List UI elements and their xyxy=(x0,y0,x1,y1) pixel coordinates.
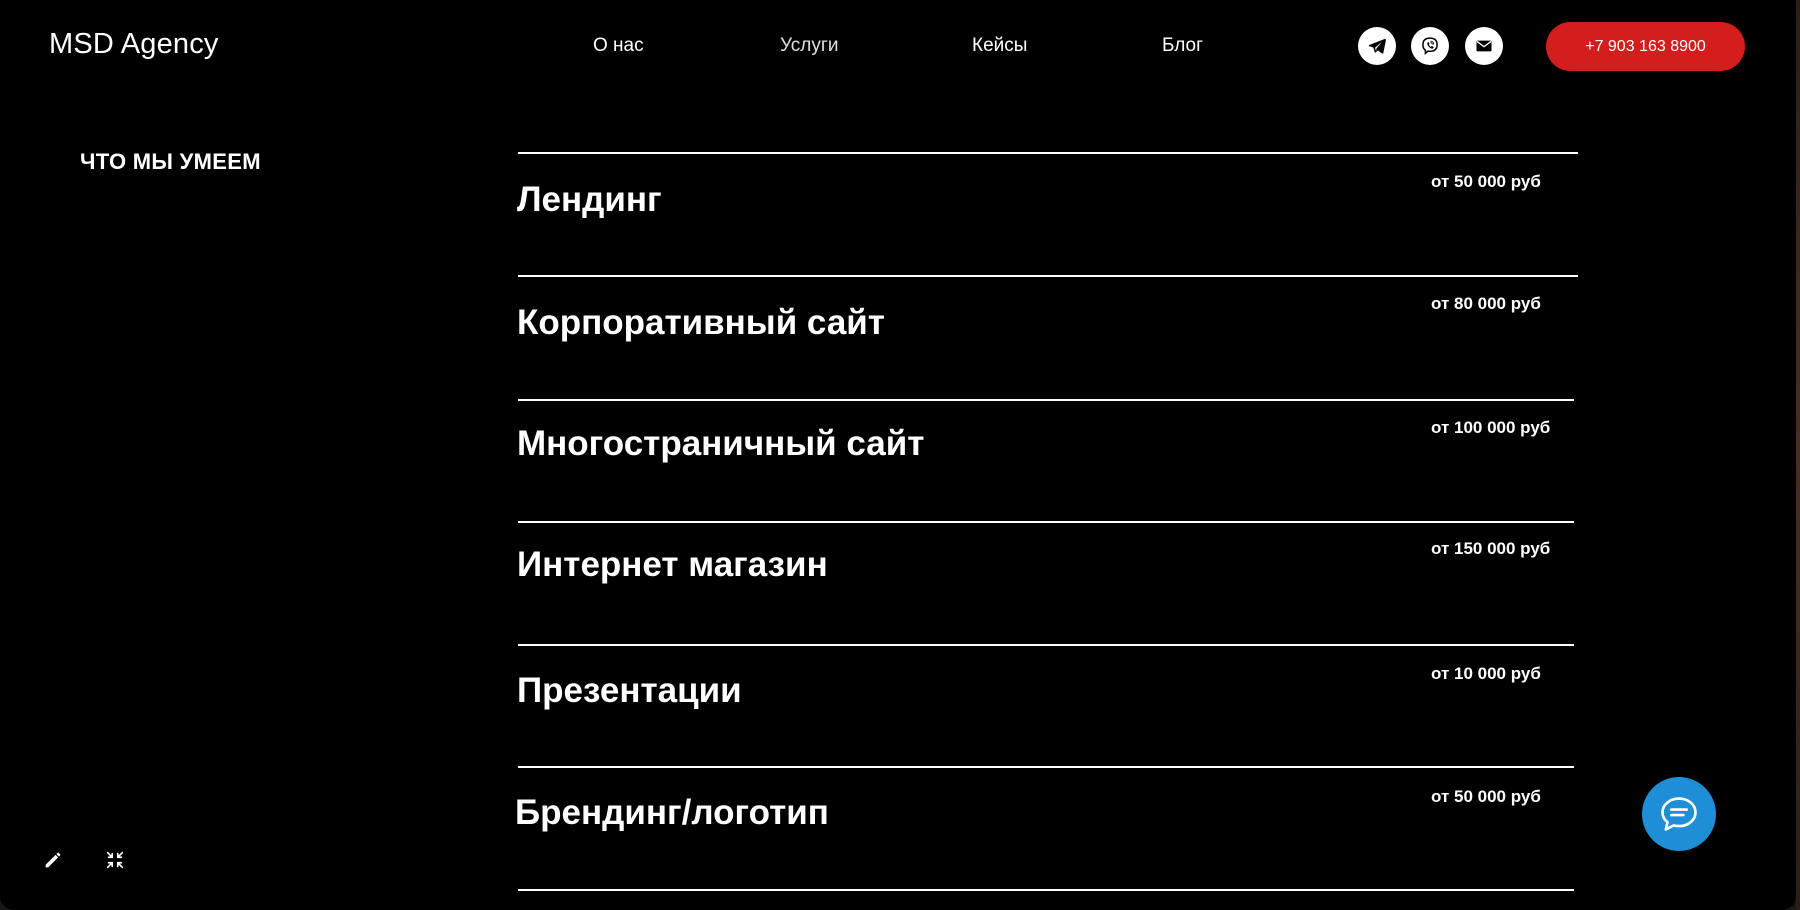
window-edge xyxy=(1796,0,1800,910)
service-presentations[interactable]: Презентации xyxy=(517,671,742,711)
telegram-icon xyxy=(1368,38,1386,54)
service-divider xyxy=(518,521,1574,523)
collapse-button[interactable] xyxy=(102,847,128,873)
service-multipage-site[interactable]: Многостраничный сайт xyxy=(517,424,924,464)
service-divider xyxy=(518,399,1574,401)
service-branding[interactable]: Брендинг/логотип xyxy=(515,793,829,833)
chat-widget-button[interactable] xyxy=(1642,777,1716,851)
collapse-icon xyxy=(106,851,124,869)
nav-link-blog[interactable]: Блог xyxy=(1162,35,1203,57)
nav-link-about[interactable]: О нас xyxy=(593,35,644,57)
viber-button[interactable] xyxy=(1411,27,1449,65)
pencil-icon xyxy=(45,852,61,868)
service-price-presentations: от 10 000 руб xyxy=(1431,664,1541,683)
nav-link-services[interactable]: Услуги xyxy=(780,35,838,57)
edit-button[interactable] xyxy=(40,847,66,873)
section-title: ЧТО МЫ УМЕЕМ xyxy=(80,149,261,174)
telegram-button[interactable] xyxy=(1358,27,1396,65)
service-online-store[interactable]: Интернет магазин xyxy=(517,545,828,585)
nav-link-cases[interactable]: Кейсы xyxy=(972,35,1027,57)
service-price-corporate-site: от 80 000 руб xyxy=(1431,294,1541,313)
viber-icon xyxy=(1422,37,1438,55)
service-divider xyxy=(518,889,1574,891)
service-price-online-store: от 150 000 руб xyxy=(1431,539,1551,558)
service-divider xyxy=(518,644,1574,646)
service-divider xyxy=(518,275,1578,277)
service-price-landing: от 50 000 руб xyxy=(1431,172,1541,191)
browser-viewport: MSD Agency О нас Услуги Кейсы Блог +7 90… xyxy=(0,0,1796,910)
mail-button[interactable] xyxy=(1465,27,1503,65)
service-divider xyxy=(518,766,1574,768)
mail-icon xyxy=(1476,40,1492,52)
service-divider xyxy=(518,152,1578,154)
service-landing[interactable]: Лендинг xyxy=(517,180,662,220)
service-corporate-site[interactable]: Корпоративный сайт xyxy=(517,303,885,343)
service-price-multipage-site: от 100 000 руб xyxy=(1431,418,1551,437)
phone-button[interactable]: +7 903 163 8900 xyxy=(1546,22,1745,71)
service-price-branding: от 50 000 руб xyxy=(1431,787,1541,806)
chat-icon xyxy=(1661,797,1697,831)
logo[interactable]: MSD Agency xyxy=(49,28,219,61)
